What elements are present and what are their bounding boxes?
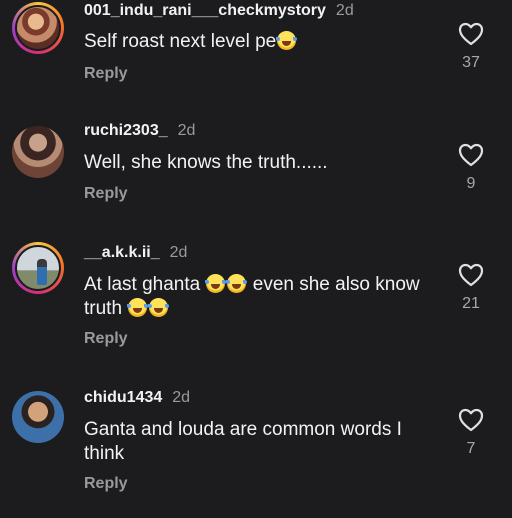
comment-timestamp: 2d — [335, 2, 354, 19]
comment-text: Self roast next level pe — [84, 30, 429, 54]
comment-username[interactable]: chidu1434 2d — [84, 389, 190, 407]
avatar[interactable] — [12, 391, 64, 443]
like-count: 21 — [462, 295, 480, 312]
heart-icon[interactable] — [458, 408, 484, 432]
avatar[interactable] — [12, 2, 64, 54]
like-count: 7 — [466, 440, 476, 457]
comment-text: Ganta and louda are common words I think — [84, 419, 402, 464]
like-control: 7 — [452, 408, 490, 458]
comment-username[interactable]: __a.k.k.ii_ 2d — [84, 244, 187, 262]
reply-button[interactable]: Reply — [84, 475, 128, 493]
comment-text: Well, she knows the truth...... — [84, 152, 328, 173]
like-control: 21 — [452, 263, 490, 313]
laughing-emoji-icon — [276, 31, 298, 50]
like-count: 37 — [462, 54, 480, 71]
reply-button[interactable]: Reply — [84, 65, 128, 83]
comments-list: 001_indu_rani___checkmystory 2d Self roas… — [0, 0, 512, 518]
laughing-emoji-icon — [226, 274, 248, 293]
reply-button[interactable]: Reply — [84, 185, 128, 203]
comment-timestamp: 2d — [177, 122, 196, 139]
comment-username[interactable]: 001_indu_rani___checkmystory 2d — [84, 2, 354, 20]
like-control: 9 — [452, 143, 490, 193]
heart-icon[interactable] — [458, 263, 484, 287]
comment-timestamp: 2d — [169, 244, 188, 261]
laughing-emoji-icon — [205, 274, 227, 293]
comment-username[interactable]: ruchi2303_ 2d — [84, 122, 195, 140]
laughing-emoji-icon — [148, 298, 170, 317]
reply-button[interactable]: Reply — [84, 330, 128, 348]
heart-icon[interactable] — [458, 143, 484, 167]
avatar[interactable] — [12, 242, 64, 294]
like-count: 9 — [466, 175, 476, 192]
heart-icon[interactable] — [458, 22, 484, 46]
laughing-emoji-icon — [127, 298, 149, 317]
like-control: 37 — [452, 22, 490, 72]
comment-text: At last ghanta even she also know truth — [84, 274, 420, 319]
comment-timestamp: 2d — [172, 389, 191, 406]
avatar[interactable] — [12, 126, 64, 178]
